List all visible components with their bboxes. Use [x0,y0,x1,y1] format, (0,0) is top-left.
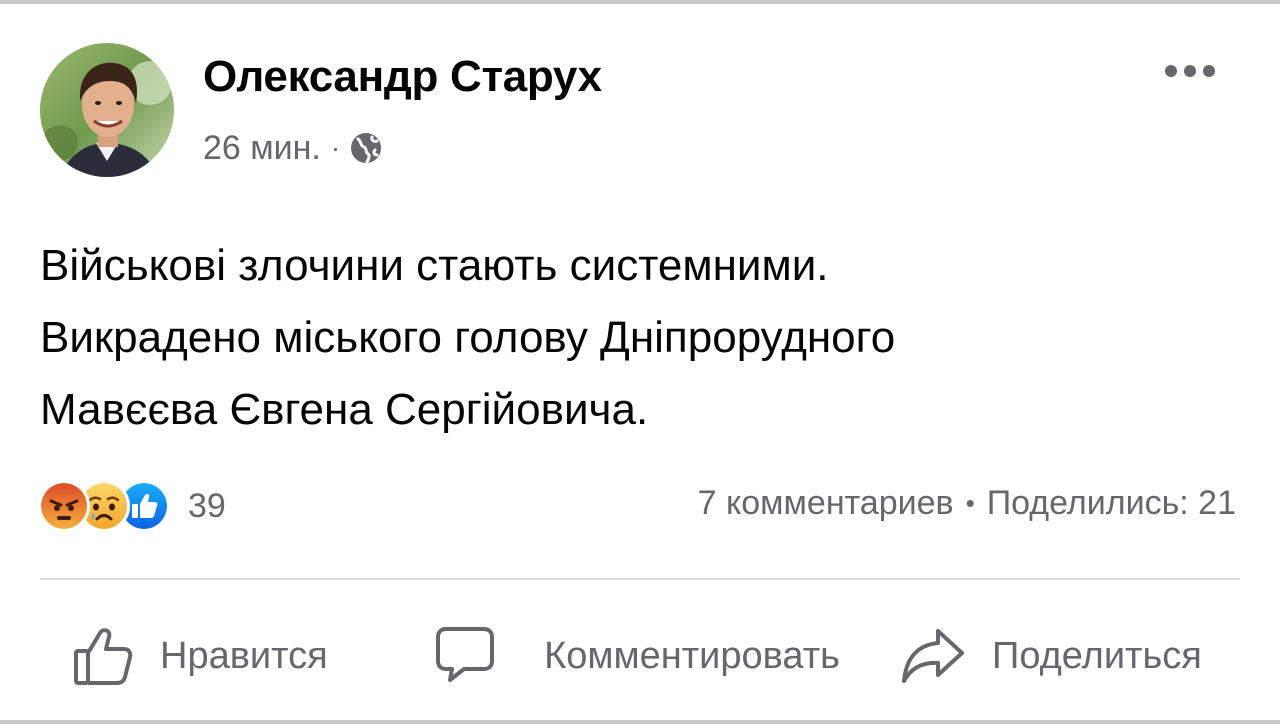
post-text-line: Мавєєва Євгена Сергійовича. [40,385,649,434]
author-name[interactable]: Олександр Старух [203,52,602,102]
angry-reaction-icon [38,480,90,532]
more-dot-icon [1203,65,1215,77]
comments-count-link[interactable]: 7 комментариев [698,484,954,523]
actions-divider [40,578,1240,580]
author-avatar[interactable] [40,43,174,177]
comment-bubble-icon [434,623,496,685]
share-arrow-icon [900,625,966,687]
post-meta: 26 мин. · [203,126,384,170]
comment-label: Комментировать [544,635,840,677]
post-time[interactable]: 26 мин. [203,129,321,168]
thumbs-up-icon [72,625,134,687]
more-options-button[interactable] [1158,56,1222,86]
share-button[interactable]: Поделиться [900,616,1202,696]
reaction-count: 39 [188,486,226,525]
bottom-border [0,720,1280,724]
top-border [0,0,1280,4]
post-text-line: Військові злочини стають системними. [40,241,829,290]
more-dot-icon [1165,65,1177,77]
post-text-line: Викрадено міського голову Дніпрорудного [40,313,896,362]
shares-count-link[interactable]: Поделились: 21 [987,484,1236,523]
share-label: Поделиться [992,634,1202,677]
post-text: Військові злочини стають системними. Вик… [40,230,1240,446]
stats-separator: • [965,488,975,518]
more-dot-icon [1184,65,1196,77]
meta-separator: · [330,132,341,163]
like-button[interactable]: Нравится [72,616,328,696]
globe-icon[interactable] [348,130,384,166]
post-stats: 7 комментариев • Поделились: 21 [698,484,1236,523]
like-label: Нравится [160,634,328,677]
comment-button[interactable]: Комментировать [434,604,862,704]
reactions-summary[interactable]: 39 [38,480,226,532]
